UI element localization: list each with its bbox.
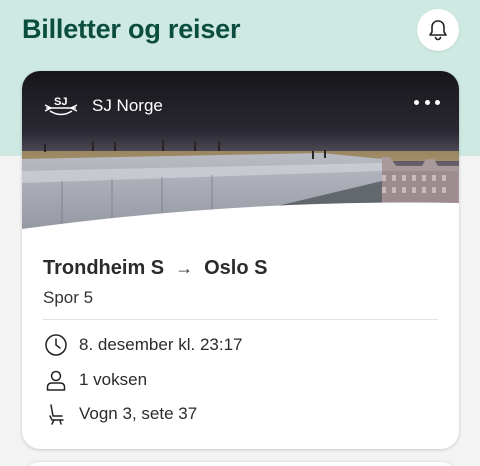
route-from: Trondheim S <box>43 257 165 279</box>
more-options-button[interactable] <box>414 95 440 109</box>
person-icon <box>43 367 69 393</box>
arrow-right-icon: → <box>175 258 194 278</box>
passengers-row: 1 voksen <box>43 367 147 393</box>
seat-text: Vogn 3, sete 37 <box>79 404 198 423</box>
passengers-text: 1 voksen <box>79 370 148 389</box>
seat-row: Vogn 3, sete 37 <box>43 401 197 427</box>
route: Trondheim S → Oslo S <box>43 257 267 280</box>
more-horizontal-icon <box>414 99 419 105</box>
datetime-text: 8. desember kl. 23:17 <box>79 335 243 354</box>
next-ticket-card[interactable] <box>22 462 459 466</box>
sj-logo-icon: SJ <box>44 96 78 116</box>
clock-icon <box>43 332 69 358</box>
operator-name: SJ Norge <box>92 96 163 115</box>
track: Spor 5 <box>43 288 94 307</box>
ticket-card[interactable]: SJ SJ Norge Trondheim S → Oslo S Spor 5 … <box>22 71 459 449</box>
bell-icon <box>429 20 447 41</box>
seat-icon <box>43 401 69 427</box>
notifications-button[interactable] <box>417 9 459 51</box>
more-dot <box>424 99 430 105</box>
divider <box>43 319 438 320</box>
more-dot <box>435 99 440 105</box>
operator: SJ SJ Norge <box>44 93 163 119</box>
route-to: Oslo S <box>204 257 268 279</box>
page-title: Billetter og reiser <box>22 14 241 44</box>
svg-text:SJ: SJ <box>54 96 67 108</box>
datetime-row: 8. desember kl. 23:17 <box>43 332 242 358</box>
